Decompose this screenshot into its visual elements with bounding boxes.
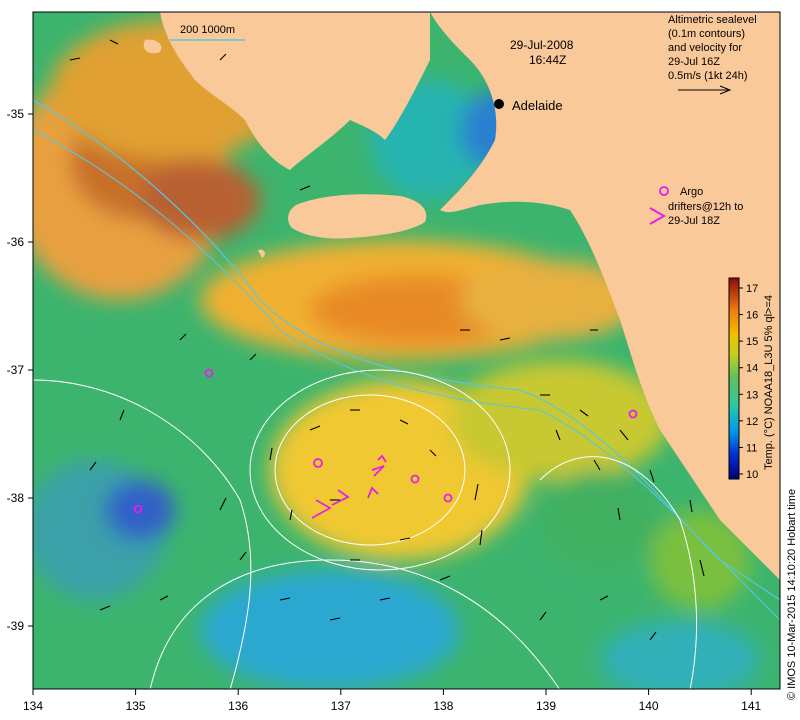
colorbar-tick-label: 12 — [746, 416, 758, 428]
map-date: 29-Jul-2008 — [510, 38, 574, 52]
sst-map: Adelaide 29-Jul-2008 16:44Z 200 1000m Al… — [7, 11, 798, 713]
legend-line: Altimetric sealevel — [668, 14, 757, 26]
colorbar-gradient — [728, 277, 740, 480]
x-tick-label: 138 — [433, 699, 453, 713]
y-tick-label: -37 — [7, 363, 25, 377]
colorbar-tick-label: 17 — [746, 283, 758, 295]
colorbar-tick-label: 10 — [746, 469, 758, 481]
colorbar-tick-label: 14 — [746, 363, 758, 375]
x-tick-label: 134 — [23, 699, 43, 713]
x-axis: 134 135 136 137 138 139 140 141 — [23, 689, 762, 713]
legend-line: 29-Jul 16Z — [668, 56, 720, 68]
argo-legend-line: Argo — [680, 186, 703, 198]
y-tick-label: -38 — [7, 491, 25, 505]
y-tick-label: -36 — [7, 235, 25, 249]
adelaide-label: Adelaide — [512, 98, 563, 113]
legend-line: (0.1m contours) — [668, 28, 745, 40]
argo-legend-line: drifters@12h to — [668, 201, 743, 213]
x-tick-label: 137 — [331, 699, 351, 713]
y-tick-label: -35 — [7, 107, 25, 121]
argo-legend-line: 29-Jul 18Z — [668, 215, 720, 227]
legend-line: and velocity for — [668, 42, 742, 54]
legend-line: 0.5m/s (1kt 24h) — [668, 70, 747, 82]
x-tick-label: 140 — [639, 699, 659, 713]
credit-text: © IMOS 10-Mar-2015 14:10:20 Hobart time — [786, 489, 798, 700]
map-time: 16:44Z — [529, 53, 566, 67]
x-tick-label: 141 — [741, 699, 761, 713]
x-tick-label: 136 — [228, 699, 248, 713]
colorbar-tick-label: 15 — [746, 336, 758, 348]
colorbar-title: Temp. (°C) NOAA18_L3U 5% ql>=4 — [763, 295, 775, 470]
x-tick-label: 135 — [126, 699, 146, 713]
x-tick-label: 139 — [536, 699, 556, 713]
colorbar-tick-label: 13 — [746, 389, 758, 401]
y-tick-label: -39 — [7, 619, 25, 633]
y-axis: -35 -36 -37 -38 -39 — [7, 107, 33, 633]
isobath-label: 200 1000m — [180, 24, 235, 36]
colorbar-tick-label: 16 — [746, 310, 758, 322]
colorbar-tick-label: 11 — [746, 442, 757, 454]
adelaide-dot — [494, 99, 504, 109]
